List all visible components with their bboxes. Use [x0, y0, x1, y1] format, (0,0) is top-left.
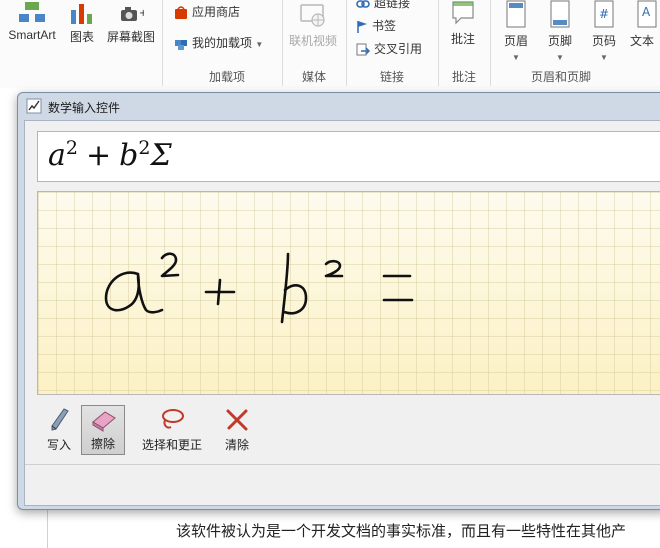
my-addins-button[interactable]: 我的加载项 ▼ — [174, 34, 263, 51]
screenshot-label: 屏幕截图 — [106, 30, 155, 44]
clear-x-icon — [226, 409, 248, 431]
group-label-links: 链接 — [379, 70, 404, 84]
handwriting-pad[interactable] — [37, 191, 660, 395]
online-video-label: 联机视频 — [288, 34, 337, 48]
smartart-icon — [19, 2, 45, 22]
formula-exponent-a: 2 — [65, 137, 78, 159]
formula-preview[interactable]: a2 + b2Σ — [37, 131, 660, 182]
document-text[interactable]: 该软件被认为是一个开发文档的事实标准，而且有一些特性在其他产 — [176, 520, 626, 541]
handwritten-strokes — [104, 252, 414, 324]
write-button[interactable]: 写入 — [37, 405, 81, 455]
ribbon-separator — [162, 0, 163, 86]
bar-chart-icon — [71, 4, 92, 24]
hyperlink-label: 超链接 — [374, 0, 411, 10]
formula-text: a2 + b2Σ — [48, 138, 172, 173]
page-number-label: 页码 — [591, 34, 616, 48]
footer-label: 页脚 — [547, 34, 572, 48]
dropdown-arrow-icon[interactable]: ▼ — [255, 40, 263, 49]
dropdown-arrow-icon[interactable]: ▼ — [556, 53, 564, 62]
page-number-glyph: # — [599, 7, 609, 21]
textbox-icon: A — [637, 0, 657, 28]
chart-button[interactable]: 图表 — [64, 2, 100, 45]
app-store-label: 应用商店 — [192, 5, 241, 19]
formula-plus: + — [85, 138, 112, 173]
smartart-button[interactable]: SmartArt — [6, 2, 58, 42]
bookmark-label: 书签 — [372, 19, 397, 33]
hyperlink-button[interactable]: 超链接 — [356, 0, 410, 11]
chart-label: 图表 — [69, 30, 94, 44]
dialog-title: 数学输入控件 — [48, 101, 121, 115]
bookmark-button[interactable]: 书签 — [356, 17, 396, 34]
footer-button[interactable]: 页脚 ▼ — [540, 0, 580, 63]
comment-button[interactable]: 批注 — [442, 0, 484, 47]
formula-exponent-b: 2 — [138, 137, 151, 159]
footer-page-icon — [550, 0, 570, 28]
pen-icon — [51, 408, 69, 431]
math-input-app-icon — [26, 98, 42, 114]
header-page-icon — [506, 0, 526, 28]
select-correct-button[interactable]: 选择和更正 — [137, 405, 207, 455]
clear-button[interactable]: 清除 — [215, 405, 259, 455]
formula-var-b: b — [119, 138, 139, 173]
erase-label: 擦除 — [90, 437, 115, 451]
group-label-media: 媒体 — [301, 70, 326, 84]
dialog-titlebar[interactable]: 数学输入控件 — [18, 93, 660, 119]
comment-label: 批注 — [450, 32, 475, 46]
cross-reference-icon — [356, 43, 370, 56]
page-number-button[interactable]: # 页码 ▼ — [584, 0, 624, 63]
online-video-button[interactable]: 联机视频 — [286, 2, 340, 49]
svg-text:+: + — [139, 8, 144, 19]
cross-reference-button[interactable]: 交叉引用 — [356, 40, 422, 57]
dialog-bottom-bar — [25, 464, 660, 505]
puzzle-icon — [175, 39, 187, 50]
ribbon-separator — [346, 0, 347, 86]
group-label-comments: 批注 — [451, 70, 476, 84]
ribbon-separator — [282, 0, 283, 86]
my-addins-label: 我的加载项 — [192, 36, 253, 50]
app-store-button[interactable]: 应用商店 — [174, 3, 240, 20]
ribbon: SmartArt 图表 + 屏幕截图 应用商店 我的加载项 ▼ 加载项 联机视频… — [0, 0, 660, 89]
comment-bubble-icon — [452, 1, 474, 25]
header-button[interactable]: 页眉 ▼ — [496, 0, 536, 63]
smartart-label: SmartArt — [8, 28, 56, 42]
link-chain-icon — [356, 0, 370, 8]
store-bag-icon — [175, 6, 187, 19]
dialog-client: a2 + b2Σ 写入 擦除 选择和更正 清除 — [24, 120, 660, 506]
screenshot-button[interactable]: + 屏幕截图 — [104, 2, 158, 45]
math-input-dialog: 数学输入控件 a2 + b2Σ 写入 擦除 选择和更正 清除 — [17, 92, 660, 510]
textbox-button[interactable]: A 文本 — [630, 0, 660, 49]
online-video-icon — [300, 4, 325, 27]
textbox-label: 文本 — [630, 34, 655, 48]
svg-text:A: A — [642, 5, 651, 19]
dropdown-arrow-icon[interactable]: ▼ — [600, 53, 608, 62]
group-label-addins: 加载项 — [208, 70, 245, 84]
group-label-header-footer: 页眉和页脚 — [530, 70, 591, 84]
formula-var-a: a — [48, 138, 66, 173]
erase-button[interactable]: 擦除 — [81, 405, 125, 455]
page-number-icon: # — [594, 0, 614, 28]
lasso-icon — [162, 409, 184, 429]
ribbon-separator — [438, 0, 439, 86]
cross-reference-label: 交叉引用 — [374, 42, 423, 56]
header-label: 页眉 — [503, 34, 528, 48]
flag-icon — [357, 20, 367, 33]
write-label: 写入 — [46, 438, 71, 452]
eraser-icon — [92, 411, 116, 432]
dropdown-arrow-icon[interactable]: ▼ — [512, 53, 520, 62]
ribbon-separator — [490, 0, 491, 86]
camera-icon: + — [121, 7, 144, 21]
clear-label: 清除 — [224, 438, 249, 452]
select-correct-label: 选择和更正 — [141, 438, 202, 452]
formula-sigma: Σ — [150, 138, 172, 173]
